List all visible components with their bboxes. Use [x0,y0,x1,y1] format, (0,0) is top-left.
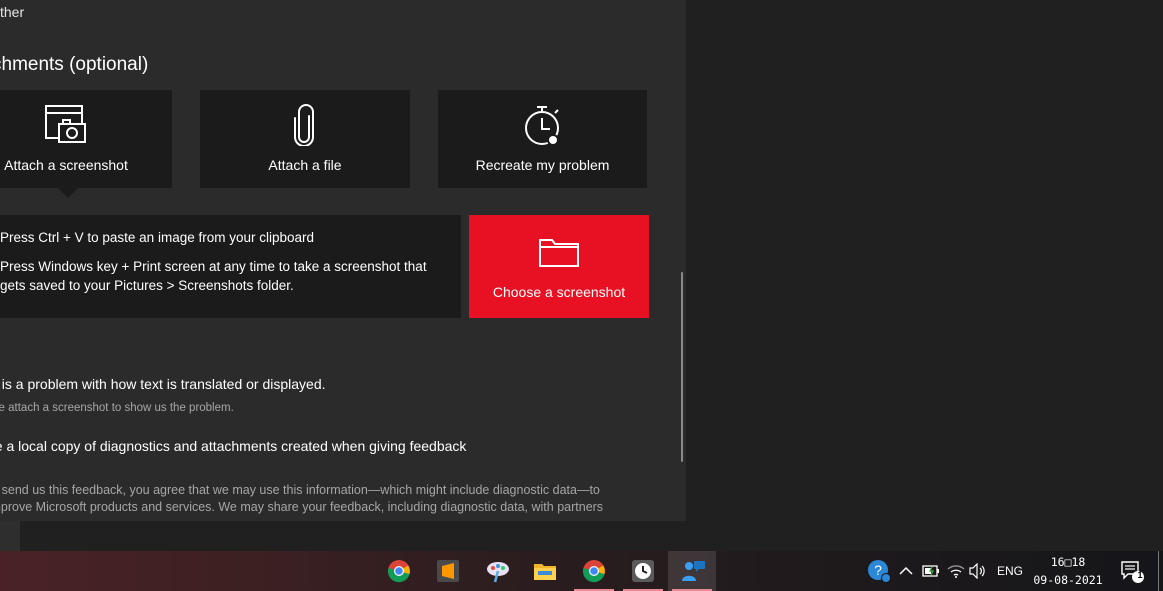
show-desktop-button[interactable] [1158,551,1159,591]
window-edge-strip [0,521,20,551]
selected-tile-pointer [58,188,78,198]
taskbar-chrome-button[interactable] [375,551,423,591]
taskbar-clock-app-button[interactable] [619,551,667,591]
chrome-icon [582,560,605,583]
folder-icon [538,236,580,273]
chevron-up-icon [899,566,913,575]
recreate-problem-label: Recreate my problem [475,157,610,173]
speaker-icon [969,563,985,579]
print-screen-hint-text: Press Windows key + Print screen at any … [0,259,427,293]
battery-charging-icon [922,565,939,577]
taskbar-paint-3d-button[interactable] [473,551,521,591]
attach-screenshot-tile[interactable]: Attach a screenshot [0,90,172,188]
category-partial-text: ther [0,4,25,20]
taskbar-chrome-button-2[interactable] [570,551,618,591]
attach-file-tile[interactable]: Attach a file [200,90,410,188]
tray-show-hidden-icons-button[interactable] [898,551,914,591]
tray-volume-button[interactable] [968,551,988,591]
tray-network-button[interactable] [946,551,966,591]
paint-3d-icon [487,562,509,583]
taskbar: ? ENG 16□18 09-08-2021 1 [0,551,1163,591]
choose-screenshot-label: Choose a screenshot [492,284,626,300]
attach-screenshot-label: Attach a screenshot [4,157,128,173]
taskbar-feedback-hub-button[interactable] [668,551,716,591]
translation-problem-checkbox-label[interactable]: his is a problem with how text is transl… [0,376,326,392]
taskbar-sublime-text-button[interactable] [424,551,472,591]
tray-clock-time[interactable]: 16□18 [1033,555,1103,569]
chrome-icon [387,560,410,583]
stopwatch-icon [521,104,565,153]
tray-battery-button[interactable] [921,551,941,591]
attachments-heading: chments (optional) [0,54,149,75]
save-local-copy-checkbox-label[interactable]: ave a local copy of diagnostics and atta… [0,438,466,454]
recreate-problem-tile[interactable]: Recreate my problem [438,90,647,188]
tray-clock-date[interactable]: 09-08-2021 [1033,573,1103,587]
choose-screenshot-button[interactable]: Choose a screenshot [469,215,649,318]
svg-text:?: ? [874,562,882,578]
sublime-text-icon [437,560,459,582]
file-explorer-icon [534,564,556,580]
screenshot-icon [44,104,88,151]
feedback-hub-panel: ther chments (optional) Attach a screens… [0,0,686,521]
notification-count-badge: 1 [1137,570,1143,580]
legal-text-line-2: s improve Microsoft products and service… [0,500,604,514]
attach-file-label: Attach a file [268,157,342,173]
tray-language-indicator[interactable]: ENG [997,564,1023,578]
tray-action-center-button[interactable]: 1 [1118,551,1146,591]
taskbar-file-explorer-button[interactable] [521,551,569,591]
help-icon: ? [868,560,891,583]
panel-scrollbar[interactable] [681,272,683,462]
wifi-icon [947,565,965,578]
translation-problem-subtext: ease attach a screenshot to show us the … [0,402,234,414]
tray-help-button[interactable]: ? [866,551,892,591]
feedback-hub-icon [682,561,705,581]
clock-app-icon [632,560,654,582]
paste-hint-text: Press Ctrl + V to paste an image from yo… [0,230,315,245]
paperclip-icon [291,104,319,151]
legal-text-line-1: you send us this feedback, you agree tha… [0,483,600,497]
screenshot-hints-box: Press Ctrl + V to paste an image from yo… [0,215,461,318]
